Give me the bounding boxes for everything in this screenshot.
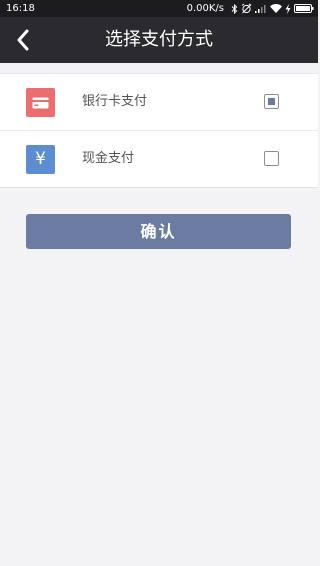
alarm-icon [241, 0, 252, 17]
card-icon [26, 88, 55, 117]
payment-method-list: 银行卡支付 ¥ 现金支付 [0, 73, 318, 188]
network-speed: 0.00K/s [186, 3, 224, 14]
charging-icon [285, 0, 291, 17]
bluetooth-icon [231, 0, 238, 17]
bank-card-checkbox[interactable] [264, 94, 279, 109]
status-icons: 0.00K/s [187, 0, 314, 17]
app-header: 选择支付方式 [0, 17, 318, 63]
back-button[interactable] [8, 25, 38, 55]
chevron-left-icon [17, 29, 29, 51]
payment-option-label: 银行卡支付 [82, 94, 148, 109]
yuan-icon: ¥ [26, 145, 55, 174]
status-bar: 16:18 0.00K/s [0, 0, 318, 17]
payment-option-bank-card[interactable]: 银行卡支付 [0, 74, 318, 130]
cash-checkbox[interactable] [264, 151, 279, 166]
page-title: 选择支付方式 [105, 29, 213, 50]
signal-icon [255, 0, 267, 17]
yuan-glyph: ¥ [35, 149, 46, 169]
payment-option-cash[interactable]: ¥ 现金支付 [0, 130, 318, 187]
status-time: 16:18 [6, 3, 35, 14]
checkbox-checked-mark [268, 98, 275, 105]
payment-option-label: 现金支付 [82, 151, 135, 166]
confirm-button[interactable]: 确认 [26, 214, 291, 249]
battery-icon [294, 0, 314, 17]
wifi-icon [270, 0, 282, 17]
